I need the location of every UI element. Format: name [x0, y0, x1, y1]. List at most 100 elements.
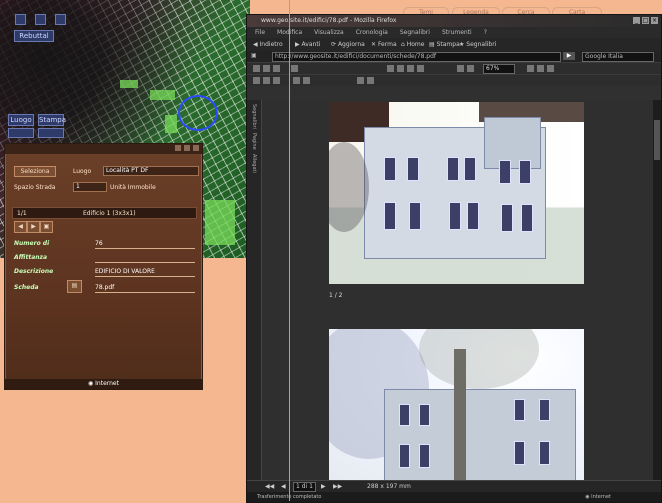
print-icon[interactable]: [263, 65, 270, 72]
vertical-scrollbar[interactable]: [653, 100, 661, 480]
comment-icon[interactable]: [357, 77, 364, 84]
search-box[interactable]: Google Italia: [582, 52, 654, 62]
address-bar: ▣ http://www.geosite.it/edifici/document…: [247, 51, 661, 62]
search-label: Luogo: [73, 168, 92, 175]
row2-label: Spazio Strada: [14, 184, 56, 191]
menu-segnalibri[interactable]: Segnalibri: [400, 27, 430, 38]
scrollbar-thumb[interactable]: [654, 120, 660, 160]
field-value-scheda[interactable]: 78.pdf: [95, 284, 195, 293]
menu-bar: File Modifica Visualizza Cronologia Segn…: [247, 27, 661, 38]
menu-strumenti[interactable]: Strumenti: [442, 27, 472, 38]
map-tool-icon-3[interactable]: [55, 14, 66, 25]
panel-status-text: Internet: [95, 380, 119, 387]
highlight-icon[interactable]: [303, 77, 310, 84]
feature-info-panel: Seleziona Luogo Località PT DF Spazio St…: [4, 143, 203, 390]
home-button[interactable]: ⌂ Home: [401, 40, 424, 49]
window-titlebar[interactable]: www.geo.site.it/edifici/78.pdf - Mozilla…: [247, 15, 661, 27]
results-count: 1/1: [17, 210, 27, 217]
page-size-label: 288 x 197 mm: [367, 483, 411, 490]
field-label-affittanza: Affittanza: [14, 254, 48, 261]
field-label-descrizione: Descrizione: [14, 268, 54, 275]
field-label-numero: Numero di: [14, 240, 50, 247]
prev-page-button[interactable]: ◀: [281, 481, 286, 492]
navigation-toolbar: ◀ Indietro ▶ Avanti ⟳ Aggiorna ✕ Ferma ⌂…: [247, 38, 661, 51]
first-page-icon[interactable]: [387, 65, 394, 72]
stamp-icon[interactable]: [367, 77, 374, 84]
document-icon[interactable]: ▤: [67, 280, 82, 293]
panel-titlebar[interactable]: [5, 144, 202, 154]
prev-page-icon[interactable]: [397, 65, 404, 72]
hand-tool-icon[interactable]: [253, 77, 260, 84]
first-page-button[interactable]: ◀◀: [265, 481, 274, 492]
zoom-to-icon[interactable]: ▣: [40, 221, 53, 233]
side-tab-pagine[interactable]: Pagine: [251, 133, 257, 150]
building-photo-1: [329, 102, 584, 284]
next-page-button[interactable]: ▶: [321, 481, 326, 492]
browser-window: www.geo.site.it/edifici/78.pdf - Mozilla…: [246, 14, 662, 503]
search-input[interactable]: Località PT DF: [103, 166, 199, 176]
email-icon[interactable]: [273, 65, 280, 72]
bookmarks-button[interactable]: ★ Segnalibri: [459, 40, 496, 49]
fit-width-icon[interactable]: [537, 65, 544, 72]
map-button-stampa[interactable]: Stampa: [38, 114, 66, 126]
forward-button[interactable]: ▶ Avanti: [295, 40, 320, 49]
last-page-icon[interactable]: [417, 65, 424, 72]
field-value-affittanza: [95, 254, 195, 263]
maximize-icon[interactable]: [184, 145, 190, 151]
menu-visualizza[interactable]: Visualizza: [314, 27, 344, 38]
minimize-icon[interactable]: _: [633, 17, 640, 24]
zoom-select[interactable]: 67%: [483, 64, 515, 74]
map-tool-icon-2[interactable]: [35, 14, 46, 25]
map-tool-icon-1[interactable]: [15, 14, 26, 25]
side-tab-segnalibri[interactable]: Segnalibri: [251, 104, 257, 129]
annotation-icon[interactable]: [293, 77, 300, 84]
zoom-out-icon[interactable]: [457, 65, 464, 72]
next-page-icon[interactable]: [407, 65, 414, 72]
page-number-input[interactable]: 1 di 1: [293, 482, 316, 492]
minimize-icon[interactable]: [175, 145, 181, 151]
selected-feature-highlight: [178, 95, 218, 131]
rotate-icon[interactable]: [547, 65, 554, 72]
close-icon[interactable]: [193, 145, 199, 151]
row2-input[interactable]: 1: [73, 182, 107, 192]
map-button-luogo[interactable]: Luogo: [8, 114, 34, 126]
find-icon[interactable]: [291, 65, 298, 72]
pdf-viewer[interactable]: Segnalibri Pagine Allegati 1 / 2: [247, 100, 661, 484]
url-input[interactable]: http://www.geosite.it/edifici/documenti/…: [272, 52, 561, 62]
print-button[interactable]: ▤ Stampa: [429, 40, 460, 49]
map-button-blank-2[interactable]: [38, 128, 64, 138]
menu-help[interactable]: ?: [484, 27, 487, 38]
menu-file[interactable]: File: [255, 27, 265, 38]
window-title: www.geo.site.it/edifici/78.pdf - Mozilla…: [261, 17, 397, 24]
prev-record-button[interactable]: ◀: [14, 221, 27, 233]
select-button[interactable]: Seleziona: [14, 166, 56, 177]
zoom-in-icon[interactable]: [467, 65, 474, 72]
side-tab-allegati[interactable]: Allegati: [251, 154, 257, 173]
stop-button[interactable]: ✕ Ferma: [371, 40, 397, 49]
building-photo-2: [329, 329, 584, 484]
last-page-button[interactable]: ▶▶: [333, 481, 342, 492]
pdf-toolbar-1: 67%: [247, 62, 661, 74]
select-tool-icon[interactable]: [263, 77, 270, 84]
results-header: 1/1 Edificio 1 (3x3x1): [12, 207, 197, 219]
pdf-toolbar-2: [247, 74, 661, 86]
map-button-rebuttal[interactable]: Rebuttal: [14, 30, 54, 42]
map-button-blank-1[interactable]: [8, 128, 34, 138]
field-label-scheda: Scheda: [14, 284, 39, 291]
page-icon: ▣: [251, 52, 257, 59]
pdf-navigation-bar: ◀◀ ◀ 1 di 1 ▶ ▶▶ 288 x 197 mm: [247, 480, 661, 492]
close-icon[interactable]: ×: [651, 17, 658, 24]
row2-right-label: Unità Immobile: [110, 184, 156, 191]
side-panel-tabs: Segnalibri Pagine Allegati: [247, 100, 262, 480]
field-value-numero: 76: [95, 240, 195, 249]
snapshot-icon[interactable]: [273, 77, 280, 84]
reload-button[interactable]: ⟳ Aggiorna: [331, 40, 365, 49]
next-record-button[interactable]: ▶: [27, 221, 40, 233]
menu-cronologia[interactable]: Cronologia: [356, 27, 388, 38]
maximize-icon[interactable]: □: [642, 17, 649, 24]
back-button[interactable]: ◀ Indietro: [253, 40, 283, 49]
page-label: 1 / 2: [329, 292, 343, 299]
fit-page-icon[interactable]: [527, 65, 534, 72]
save-icon[interactable]: [253, 65, 260, 72]
go-button[interactable]: ▶: [563, 52, 575, 60]
